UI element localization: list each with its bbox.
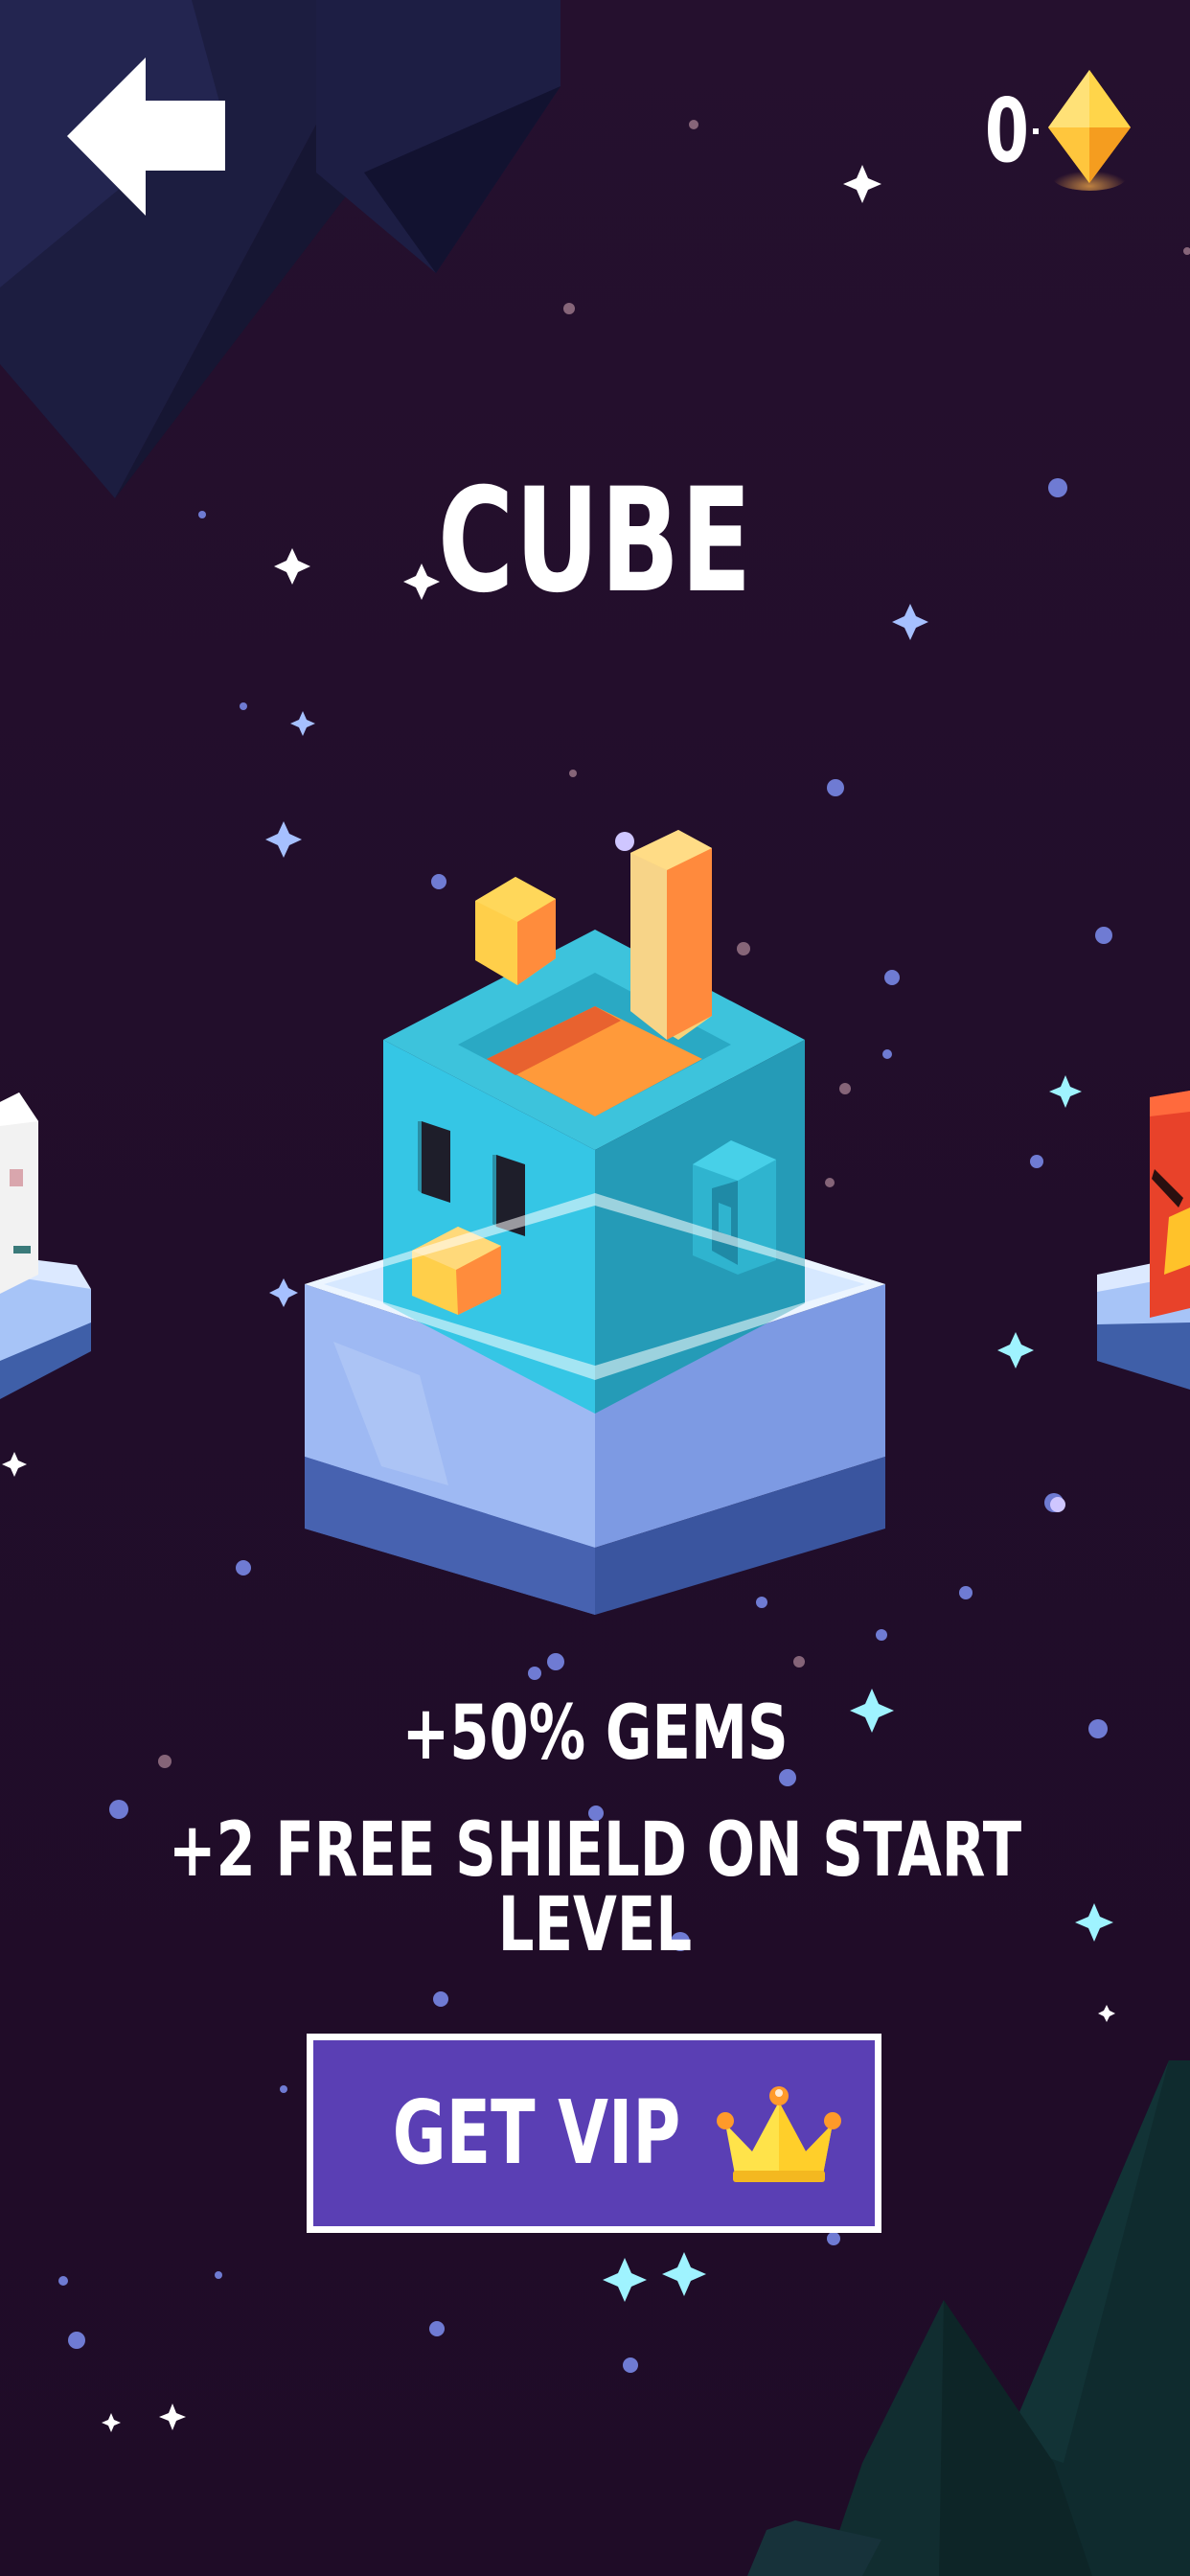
skin-title-text: CUBE — [437, 458, 753, 625]
get-vip-button[interactable]: GET VIP — [307, 2034, 881, 2233]
cube-character — [305, 830, 885, 1615]
gem-count: 0 — [984, 80, 1029, 182]
diamond-gem-icon — [1048, 70, 1131, 191]
next-skin-platform[interactable] — [1092, 1073, 1190, 1457]
back-button[interactable] — [67, 58, 235, 216]
perk-gems: +50% GEMS — [0, 1696, 1190, 1771]
get-vip-label: GET VIP — [392, 2082, 681, 2184]
perk-shield: +2 FREE SHIELD ON START LEVEL — [0, 1813, 1190, 1963]
perk-gems-text: +50% GEMS — [401, 1690, 789, 1777]
perk-shield-text: +2 FREE SHIELD ON START LEVEL — [168, 1807, 1022, 1968]
separator-dot — [1033, 128, 1039, 134]
previous-skin-platform[interactable] — [0, 1073, 96, 1457]
crown-icon — [717, 2086, 841, 2182]
game-screen: 0 CUBE +50% GEMS +2 FREE SHIELD ON START… — [0, 0, 1190, 2576]
gem-counter: 0 — [968, 69, 1133, 194]
arrow-left-icon — [67, 58, 225, 216]
skin-title: CUBE — [0, 470, 1190, 613]
